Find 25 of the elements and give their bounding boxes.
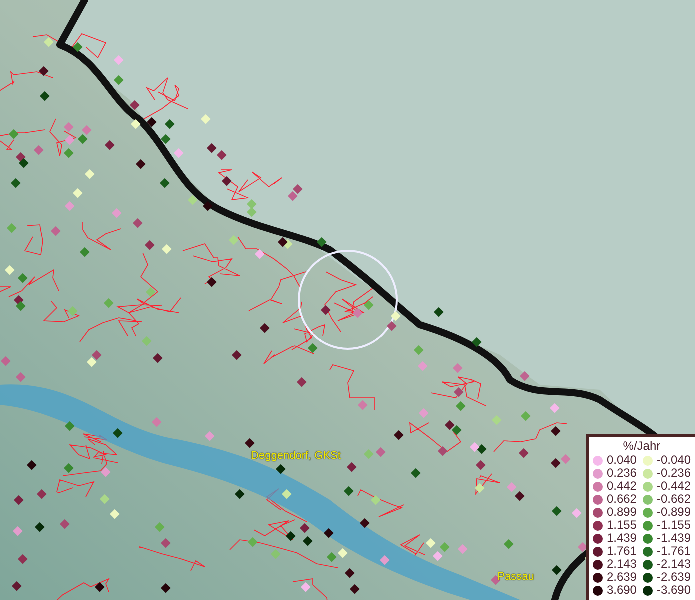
legend-label: 0.442 [606, 480, 637, 493]
legend-label: -0.040 [656, 454, 691, 467]
legend-label: 3.690 [606, 584, 637, 597]
legend-label: 2.639 [606, 571, 637, 584]
legend-label: -2.143 [656, 558, 691, 571]
legend-label: -1.439 [656, 532, 691, 545]
place-label: Deggendorf, GKSt [251, 450, 341, 462]
legend-label: -0.662 [656, 493, 691, 506]
legend-label: -0.236 [656, 467, 691, 480]
legend-label: -3.690 [656, 584, 691, 597]
legend-label: 1.761 [606, 545, 637, 558]
legend-label: 0.040 [606, 454, 637, 467]
legend-label: -2.639 [656, 571, 691, 584]
legend-label: 1.155 [606, 519, 637, 532]
legend-label: 0.662 [606, 493, 637, 506]
legend-label: -1.761 [656, 545, 691, 558]
legend-label: -0.442 [656, 480, 691, 493]
legend-label: 0.236 [606, 467, 637, 480]
legend-label: -1.155 [656, 519, 691, 532]
legend-label: 2.143 [606, 558, 637, 571]
legend-label: -0.899 [656, 506, 691, 519]
legend-label: 1.439 [606, 532, 637, 545]
legend-label: 0.899 [606, 506, 637, 519]
place-label: Passau [498, 571, 534, 583]
legend-title: %/Jahr [622, 439, 662, 453]
